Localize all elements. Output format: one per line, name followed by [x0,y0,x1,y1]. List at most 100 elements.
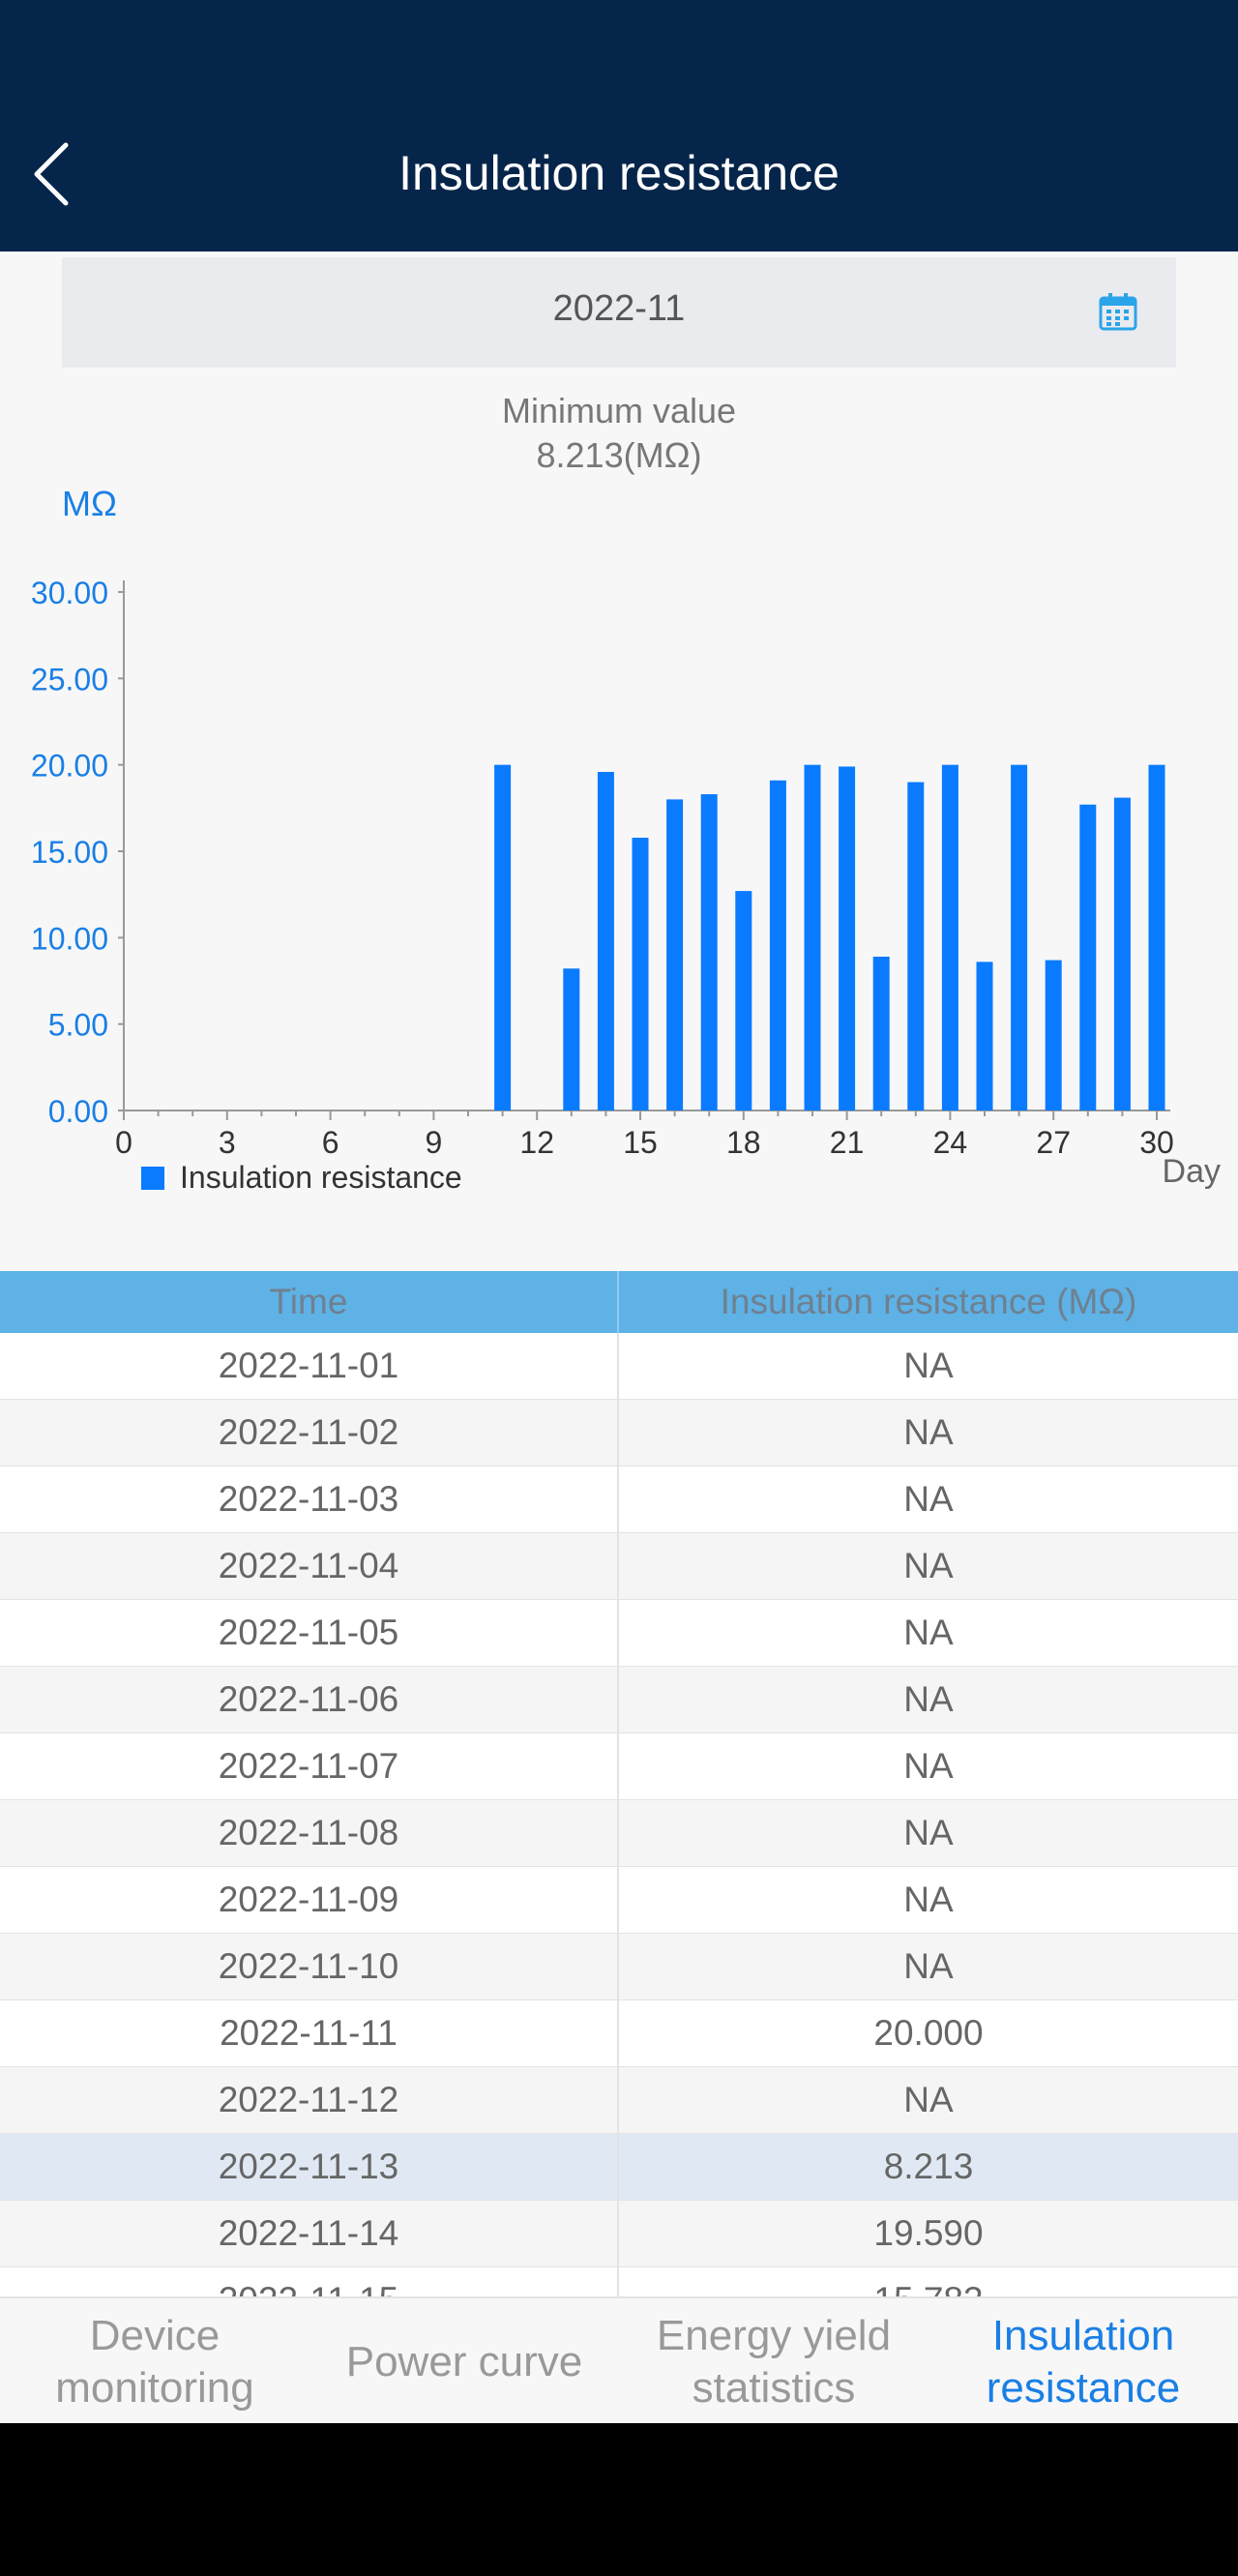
x-tick-label: 0 [115,1125,133,1160]
date-picker-value: 2022-11 [552,288,686,329]
cell-time: 2022-11-02 [0,1400,619,1466]
table-row[interactable]: 2022-11-04 NA [0,1533,1238,1600]
cell-time: 2022-11-10 [0,1934,619,1999]
chart-bar [907,782,925,1110]
cell-value: NA [903,2080,954,2119]
x-tick-label: 15 [623,1125,658,1160]
insulation-chart: 0.00 5.00 10.00 15.00 20.00 25.00 30.00 0 3 6 9 12 1… [31,576,1221,1195]
table-row[interactable]: 2022-11-07 NA [0,1733,1238,1800]
calendar-icon[interactable] [1099,292,1137,331]
minimum-value: 8.213(MΩ) [536,435,702,475]
y-tick-label: 20.00 [31,749,108,784]
x-tick-label: 27 [1036,1125,1071,1160]
chart-bar [563,968,580,1110]
chart-bar [769,780,786,1110]
cell-time: 2022-11-14 [0,2201,619,2266]
y-tick-label: 25.00 [31,662,108,696]
chart-bar [1148,764,1165,1110]
cell-value: NA [903,1880,954,1919]
table-row[interactable]: 2022-11-13 8.213 [0,2134,1238,2201]
chart-bar [494,764,512,1110]
column-header-time: Time [0,1271,619,1333]
chart-bar [1113,797,1131,1110]
cell-time: 2022-11-03 [0,1466,619,1532]
x-tick-label: 18 [726,1125,761,1160]
cell-time: 2022-11-12 [0,2067,619,2133]
cell-value: 20.000 [873,2013,984,2053]
chart-bar [872,956,890,1110]
chart-bar [735,891,752,1110]
legend-swatch [141,1167,164,1190]
table-row[interactable]: 2022-11-06 NA [0,1667,1238,1733]
tab-device-monitoring[interactable]: Device monitoring [0,2298,310,2423]
x-axis-label: Day [1163,1153,1221,1190]
tab-label: Insulation resistance [986,2311,1181,2412]
cell-value: 19.590 [873,2213,984,2253]
x-tick-label: 24 [933,1125,968,1160]
cell-time: 2022-11-08 [0,1800,619,1866]
tab-label: Energy yield statistics [656,2311,892,2412]
minimum-value-label: Minimum value [501,391,737,430]
cell-value: NA [903,1746,954,1786]
chart-bar [1011,764,1028,1110]
y-axis-unit: MΩ [62,484,117,523]
cell-time: 2022-11-07 [0,1733,619,1799]
cell-time: 2022-11-11 [0,2000,619,2066]
cell-time: 2022-11-05 [0,1600,619,1666]
table-row[interactable]: 2022-11-02 NA [0,1400,1238,1466]
cell-time: 2022-11-04 [0,1533,619,1599]
y-tick-label: 5.00 [48,1008,108,1043]
app-screen: Insulation resistance 2022-11 Minimum va… [0,0,1238,2423]
x-tick-label: 6 [322,1125,339,1160]
chart-bar [941,764,958,1110]
cell-time: 2022-11-01 [0,1333,619,1399]
chart-bar [976,962,993,1110]
cell-time: 2022-11-06 [0,1667,619,1732]
tab-energy-yield-statistics[interactable]: Energy yield statistics [619,2298,928,2423]
cell-time: 2022-11-13 [0,2134,619,2200]
table-row[interactable]: 2022-11-08 NA [0,1800,1238,1867]
cell-time: 2022-11-09 [0,1867,619,1933]
y-tick-label: 0.00 [48,1094,108,1129]
tab-power-curve[interactable]: Power curve [310,2298,619,2423]
x-tick-label: 21 [830,1125,865,1160]
page-title: Insulation resistance [398,146,840,200]
table-header: Time Insulation resistance (MΩ) [0,1271,1238,1333]
chart-bar [1079,804,1097,1110]
cell-value: NA [903,1813,954,1852]
table-row[interactable]: 2022-11-09 NA [0,1867,1238,1934]
chart-bar [666,799,684,1110]
cell-value: NA [903,1479,954,1519]
table-row[interactable]: 2022-11-11 20.000 [0,2000,1238,2067]
column-header-value: Insulation resistance (MΩ) [720,1282,1137,1321]
cell-value: 8.213 [883,2147,974,2186]
tab-insulation-resistance[interactable]: Insulation resistance [928,2298,1238,2423]
y-tick-label: 30.00 [31,576,108,610]
cell-value: NA [903,1613,954,1652]
chart-bar [597,771,614,1110]
x-tick-label: 3 [219,1125,236,1160]
cell-value: NA [903,1412,954,1452]
table-row[interactable]: 2022-11-01 NA [0,1333,1238,1400]
table-row[interactable]: 2022-11-14 19.590 [0,2201,1238,2267]
x-tick-label: 12 [519,1125,554,1160]
x-tick-label: 9 [426,1125,443,1160]
chart-bar [700,794,718,1110]
tab-label: Device monitoring [55,2311,254,2412]
table-row[interactable]: 2022-11-05 NA [0,1600,1238,1667]
chart-bar [804,764,821,1110]
date-picker[interactable]: 2022-11 [62,257,1176,368]
minimum-value-summary: Minimum value 8.213(MΩ) [0,389,1238,478]
tab-label: Power curve [345,2337,583,2385]
table-row[interactable]: 2022-11-12 NA [0,2067,1238,2134]
cell-value: NA [903,1946,954,1986]
y-tick-label: 15.00 [31,835,108,870]
chart-bar [1045,960,1062,1110]
chart-bar [839,766,856,1110]
data-table: Time Insulation resistance (MΩ) 2022-11-… [0,1271,1238,2334]
table-row[interactable]: 2022-11-10 NA [0,1934,1238,2000]
table-row[interactable]: 2022-11-03 NA [0,1466,1238,1533]
cell-value: NA [903,1679,954,1719]
cell-value: NA [903,1546,954,1585]
y-tick-label: 10.00 [31,921,108,956]
